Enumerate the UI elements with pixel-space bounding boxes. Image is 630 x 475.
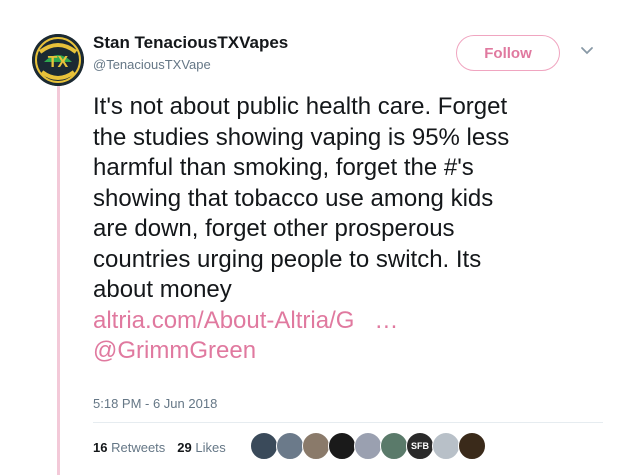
liker-avatar[interactable]: [328, 432, 356, 460]
likes-stat[interactable]: 29 Likes: [177, 440, 225, 455]
tweet-line: showing that tobacco use among kids: [93, 184, 494, 212]
author-avatar[interactable]: TX: [32, 34, 84, 86]
author-handle[interactable]: @TenaciousTXVape: [93, 57, 211, 72]
retweets-count: 16: [93, 440, 108, 455]
tweet-timestamp[interactable]: 5:18 PM - 6 Jun 2018: [93, 396, 217, 411]
liker-avatar[interactable]: [250, 432, 278, 460]
tweet-line: harmful than smoking, forget the #'s: [93, 154, 474, 181]
liker-avatar[interactable]: [302, 432, 330, 460]
tweet-line: are down, forget other prosperous: [93, 215, 455, 242]
mention-link[interactable]: @GrimmGreen: [93, 336, 603, 367]
avatar-logo-icon: TX: [32, 34, 84, 86]
liker-avatar[interactable]: SFB: [406, 432, 434, 460]
liker-avatar[interactable]: [458, 432, 486, 460]
tweet-line: It's not about public health care. Forge…: [93, 93, 508, 120]
tweet-line: countries urging people to switch. Its: [93, 245, 482, 273]
liker-avatar[interactable]: [380, 432, 408, 460]
svg-text:TX: TX: [48, 54, 69, 71]
follow-button[interactable]: Follow: [456, 35, 560, 71]
tweet-line: the studies showing vaping is 95% less: [93, 123, 510, 151]
liker-avatar-label: SFB: [411, 441, 429, 451]
likes-label: Likes: [195, 440, 226, 455]
chevron-down-icon[interactable]: [580, 46, 594, 56]
liker-avatar[interactable]: [276, 432, 304, 460]
liker-avatars: SFB: [250, 432, 486, 460]
tweet-text: It's not about public health care. Forge…: [93, 92, 603, 367]
likes-count: 29: [177, 440, 192, 455]
tweet-link[interactable]: altria.com/About-Altria/G …: [93, 306, 603, 337]
tweet-line: about money: [93, 276, 232, 303]
liker-avatar[interactable]: [354, 432, 382, 460]
tweet-stats: 16 Retweets 29 Likes: [93, 440, 226, 455]
author-name[interactable]: Stan TenaciousTXVapes: [93, 33, 288, 53]
thread-line: [57, 86, 60, 475]
divider: [93, 422, 603, 423]
retweets-stat[interactable]: 16 Retweets: [93, 440, 165, 455]
liker-avatar[interactable]: [432, 432, 460, 460]
retweets-label: Retweets: [111, 440, 166, 455]
